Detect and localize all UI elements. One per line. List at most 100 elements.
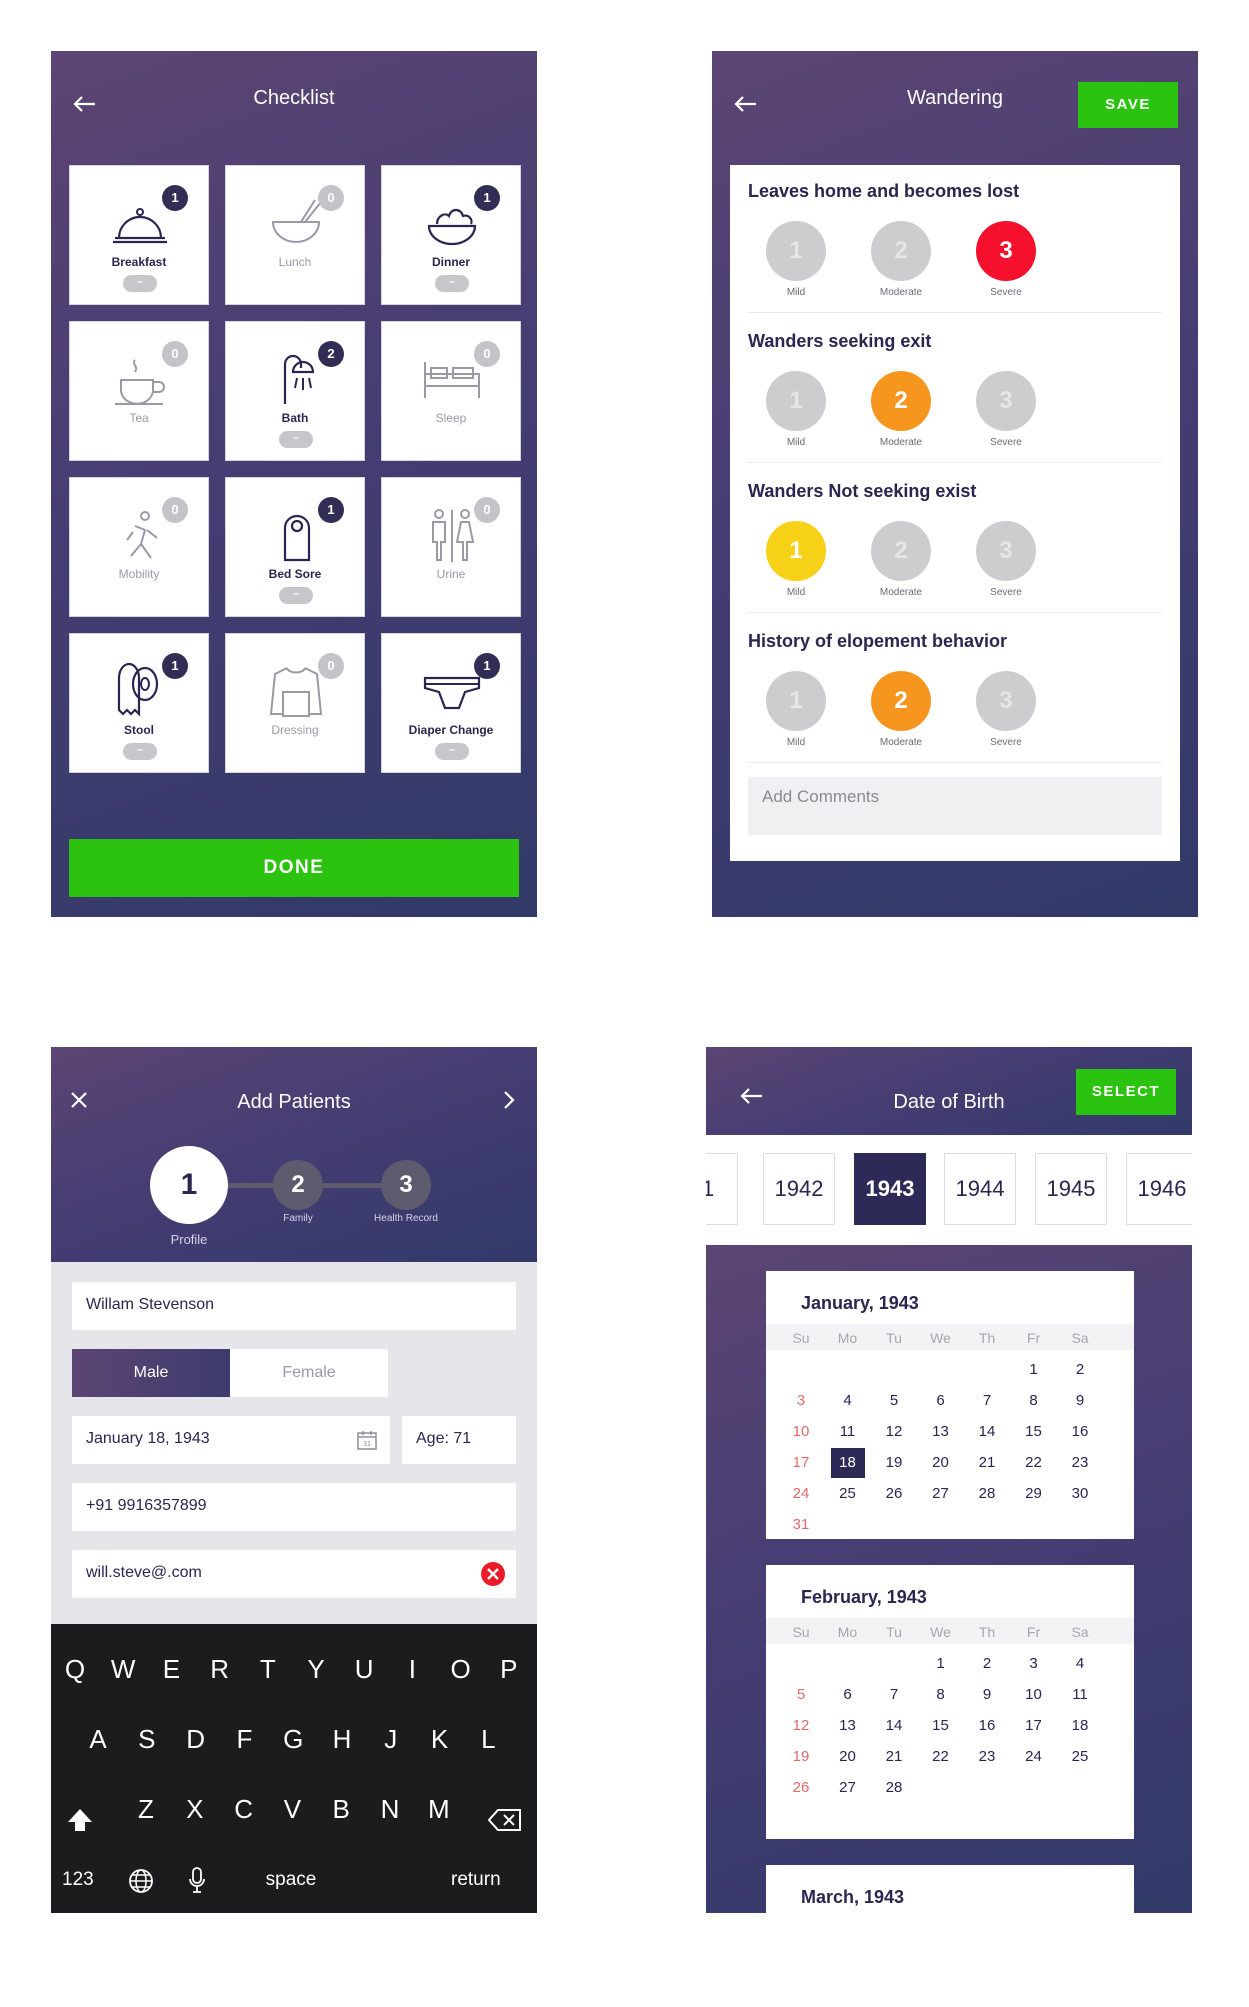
calendar-day[interactable]: 12 <box>778 1711 824 1741</box>
key-b[interactable]: B <box>321 1794 361 1825</box>
checklist-tile[interactable]: Breakfast 1 – <box>69 165 209 305</box>
severity-option[interactable]: 1 <box>766 671 826 731</box>
key-a[interactable]: A <box>78 1724 118 1755</box>
calendar-day[interactable]: 21 <box>871 1742 917 1772</box>
decrement-pill[interactable]: – <box>435 275 469 292</box>
calendar-day[interactable]: 4 <box>1057 1649 1103 1679</box>
calendar-day[interactable]: 8 <box>1011 1386 1057 1416</box>
calendar-day[interactable]: 30 <box>1057 1479 1103 1509</box>
checklist-tile[interactable]: Bath 2 – <box>225 321 365 461</box>
key-u[interactable]: U <box>344 1654 384 1685</box>
clear-error-icon[interactable] <box>480 1561 506 1587</box>
calendar-day[interactable]: 15 <box>1011 1417 1057 1447</box>
calendar-day[interactable]: 27 <box>918 1479 964 1509</box>
checklist-tile[interactable]: Tea 0 <box>69 321 209 461</box>
backspace-icon[interactable] <box>488 1808 522 1832</box>
calendar-day[interactable]: 8 <box>918 1680 964 1710</box>
key-f[interactable]: F <box>224 1724 264 1755</box>
calendar-day[interactable]: 15 <box>918 1711 964 1741</box>
checklist-tile[interactable]: Urine 0 <box>381 477 521 617</box>
severity-option[interactable]: 3 <box>976 521 1036 581</box>
calendar-day[interactable]: 5 <box>778 1680 824 1710</box>
calendar-day[interactable]: 29 <box>1011 1479 1057 1509</box>
calendar-day[interactable]: 28 <box>871 1773 917 1803</box>
key-y[interactable]: Y <box>296 1654 336 1685</box>
calendar-day[interactable]: 28 <box>964 1479 1010 1509</box>
key-i[interactable]: I <box>392 1654 432 1685</box>
year-option[interactable]: 1945 <box>1035 1153 1107 1225</box>
year-option[interactable]: 1942 <box>763 1153 835 1225</box>
key-j[interactable]: J <box>371 1724 411 1755</box>
decrement-pill[interactable]: – <box>123 275 157 292</box>
checklist-tile[interactable]: Dressing 0 <box>225 633 365 773</box>
calendar-day[interactable]: 22 <box>918 1742 964 1772</box>
severity-option[interactable]: 2 <box>871 671 931 731</box>
key-g[interactable]: G <box>273 1724 313 1755</box>
name-field[interactable]: Willam Stevenson <box>72 1282 516 1330</box>
key-o[interactable]: O <box>441 1654 481 1685</box>
key-w[interactable]: W <box>103 1654 143 1685</box>
gender-male-option[interactable]: Male <box>72 1349 230 1397</box>
calendar-day[interactable]: 14 <box>871 1711 917 1741</box>
phone-field[interactable]: +91 9916357899 <box>72 1483 516 1531</box>
severity-option[interactable]: 3 <box>976 671 1036 731</box>
checklist-tile[interactable]: Mobility 0 <box>69 477 209 617</box>
checklist-tile[interactable]: Sleep 0 <box>381 321 521 461</box>
calendar-day[interactable]: 25 <box>1057 1742 1103 1772</box>
microphone-icon[interactable] <box>187 1866 207 1894</box>
calendar-day[interactable]: 6 <box>918 1386 964 1416</box>
calendar-day[interactable]: 20 <box>825 1742 871 1772</box>
chevron-right-icon[interactable] <box>499 1090 519 1110</box>
calendar-day[interactable]: 6 <box>825 1680 871 1710</box>
add-comments-input[interactable]: Add Comments <box>748 777 1162 835</box>
year-option[interactable]: 41 <box>706 1153 738 1225</box>
severity-option[interactable]: 3 <box>976 221 1036 281</box>
calendar-day[interactable]: 2 <box>964 1649 1010 1679</box>
calendar-day[interactable]: 10 <box>778 1417 824 1447</box>
calendar-day[interactable]: 1 <box>1011 1355 1057 1385</box>
calendar-day[interactable]: 2 <box>1057 1355 1103 1385</box>
key-r[interactable]: R <box>200 1654 240 1685</box>
calendar-day[interactable]: 3 <box>778 1386 824 1416</box>
space-key[interactable]: space <box>231 1869 351 1891</box>
calendar-day[interactable]: 17 <box>778 1448 824 1478</box>
decrement-pill[interactable]: – <box>435 743 469 760</box>
calendar-day[interactable]: 27 <box>825 1773 871 1803</box>
return-key[interactable]: return <box>451 1869 501 1891</box>
severity-option[interactable]: 3 <box>976 371 1036 431</box>
calendar-day[interactable]: 22 <box>1011 1448 1057 1478</box>
calendar-day[interactable]: 18 <box>830 1448 865 1478</box>
calendar-day[interactable]: 7 <box>964 1386 1010 1416</box>
checklist-tile[interactable]: Bed Sore 1 – <box>225 477 365 617</box>
calendar-day[interactable]: 1 <box>918 1649 964 1679</box>
severity-option[interactable]: 2 <box>871 371 931 431</box>
select-button[interactable]: SELECT <box>1076 1069 1176 1115</box>
decrement-pill[interactable]: – <box>123 743 157 760</box>
decrement-pill[interactable]: – <box>279 587 313 604</box>
calendar-day[interactable]: 13 <box>918 1417 964 1447</box>
calendar-icon[interactable]: 31 <box>356 1429 378 1451</box>
calendar-day[interactable]: 11 <box>1057 1680 1103 1710</box>
calendar-day[interactable]: 11 <box>825 1417 871 1447</box>
calendar-day[interactable]: 4 <box>825 1386 871 1416</box>
key-c[interactable]: C <box>224 1794 264 1825</box>
key-n[interactable]: N <box>370 1794 410 1825</box>
calendar-day[interactable]: 16 <box>1057 1417 1103 1447</box>
severity-option[interactable]: 1 <box>766 521 826 581</box>
year-option[interactable]: 1946 <box>1126 1153 1192 1225</box>
key-s[interactable]: S <box>127 1724 167 1755</box>
calendar-day[interactable]: 9 <box>1057 1386 1103 1416</box>
checklist-tile[interactable]: Lunch 0 <box>225 165 365 305</box>
calendar-day[interactable]: 23 <box>964 1742 1010 1772</box>
key-l[interactable]: L <box>468 1724 508 1755</box>
gender-female-option[interactable]: Female <box>230 1349 388 1397</box>
calendar-day[interactable]: 18 <box>1057 1711 1103 1741</box>
email-field[interactable]: will.steve@.com <box>72 1550 516 1598</box>
save-button[interactable]: SAVE <box>1078 82 1178 128</box>
severity-option[interactable]: 2 <box>871 221 931 281</box>
calendar-day[interactable]: 24 <box>778 1479 824 1509</box>
calendar-day[interactable]: 16 <box>964 1711 1010 1741</box>
key-d[interactable]: D <box>176 1724 216 1755</box>
key-e[interactable]: E <box>151 1654 191 1685</box>
key-h[interactable]: H <box>322 1724 362 1755</box>
